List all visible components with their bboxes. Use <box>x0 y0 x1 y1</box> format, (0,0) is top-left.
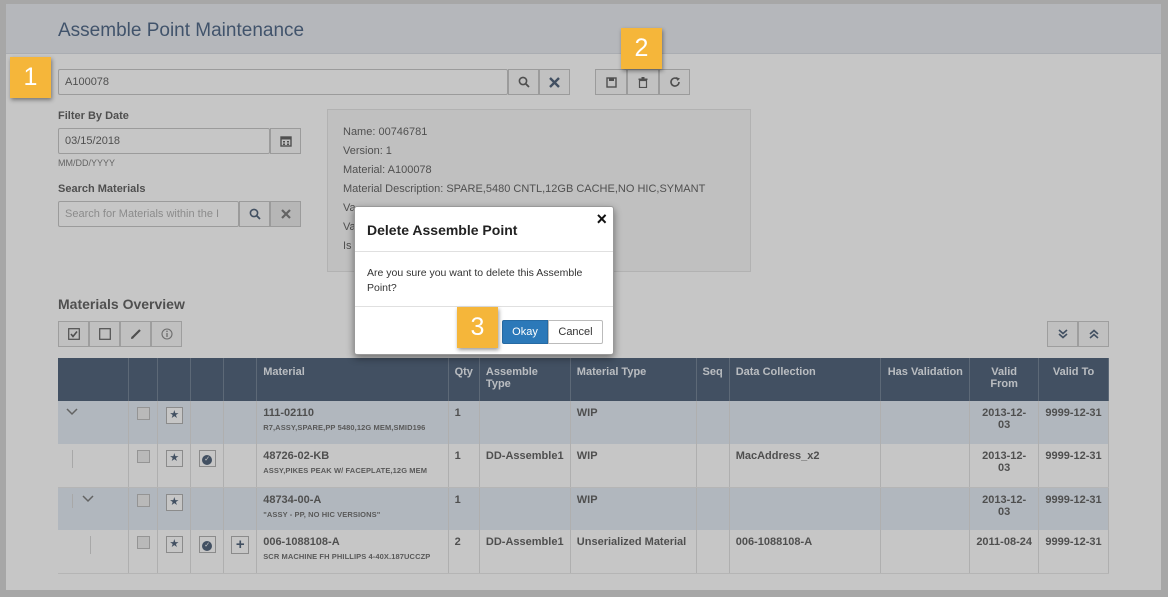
okay-button[interactable]: Okay <box>502 320 548 344</box>
callout-3: 3 <box>457 307 498 348</box>
app-window: Assemble Point Maintenance A100078 Filte… <box>6 4 1161 590</box>
dialog-message: Are you sure you want to delete this Ass… <box>367 267 583 294</box>
dialog-divider <box>355 251 613 252</box>
callout-2: 2 <box>621 28 662 69</box>
cancel-button[interactable]: Cancel <box>548 320 603 344</box>
dialog-title: Delete Assemble Point <box>367 222 518 238</box>
callout-1: 1 <box>10 57 51 98</box>
close-icon[interactable]: × <box>596 209 607 230</box>
